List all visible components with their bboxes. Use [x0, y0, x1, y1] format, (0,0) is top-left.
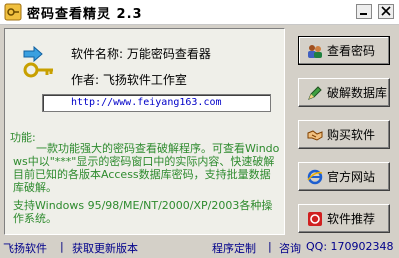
crack-database-label: 破解数据库 — [327, 86, 388, 100]
view-password-button[interactable]: 查看密码 — [298, 36, 390, 65]
website-url-field[interactable]: http://www.feiyang163.com — [42, 94, 271, 112]
qq-number[interactable]: QQ: 170902348 — [306, 240, 394, 253]
recommend-icon — [308, 211, 322, 226]
title-bar[interactable]: 密码查看精灵 2.3 — [0, 0, 399, 25]
recommend-software-button[interactable]: 软件推荐 — [298, 204, 390, 233]
author-label: 作者: 飞扬软件工作室 — [71, 73, 187, 87]
brand-link[interactable]: 飞扬软件 — [3, 240, 47, 256]
recommend-software-label: 软件推荐 — [327, 212, 376, 226]
status-separator: | — [268, 240, 272, 253]
status-separator: | — [60, 240, 64, 253]
status-bar: 飞扬软件 | 获取更新版本 程序定制 | 咨询 QQ: 170902348 — [0, 235, 399, 258]
official-site-label: 官方网站 — [327, 170, 376, 184]
users-icon — [308, 44, 322, 58]
window-title: 密码查看精灵 2.3 — [27, 7, 143, 22]
consult-label: 咨询 — [279, 242, 301, 255]
app-window: 密码查看精灵 2.3 软件名称: 万能密码查看器 作者: 飞扬软件工作室 htt… — [0, 0, 399, 258]
app-icon — [4, 3, 22, 21]
ie-globe-icon — [307, 169, 323, 184]
pencil-icon — [308, 85, 322, 100]
minimize-icon[interactable] — [356, 4, 372, 19]
view-password-label: 查看密码 — [327, 44, 376, 58]
key-icon — [23, 45, 53, 78]
official-site-button[interactable]: 官方网站 — [298, 162, 390, 191]
custom-program-link[interactable]: 程序定制 — [212, 240, 256, 256]
features-description: 一款功能强大的密码查看破解程序。可查看Windows中以"***"显示的密码窗口… — [13, 142, 280, 194]
os-support-text: 支持Windows 95/98/ME/NT/2000/XP/2003各种操作系统… — [13, 199, 273, 225]
handshake-icon — [307, 129, 323, 141]
buy-software-label: 购买软件 — [327, 128, 376, 142]
info-panel: 软件名称: 万能密码查看器 作者: 飞扬软件工作室 http://www.fei… — [4, 28, 285, 235]
buy-software-button[interactable]: 购买软件 — [298, 120, 390, 149]
crack-database-button[interactable]: 破解数据库 — [298, 78, 390, 107]
get-updates-link[interactable]: 获取更新版本 — [72, 240, 138, 256]
close-icon[interactable] — [378, 4, 394, 19]
software-name-label: 软件名称: 万能密码查看器 — [71, 47, 211, 61]
